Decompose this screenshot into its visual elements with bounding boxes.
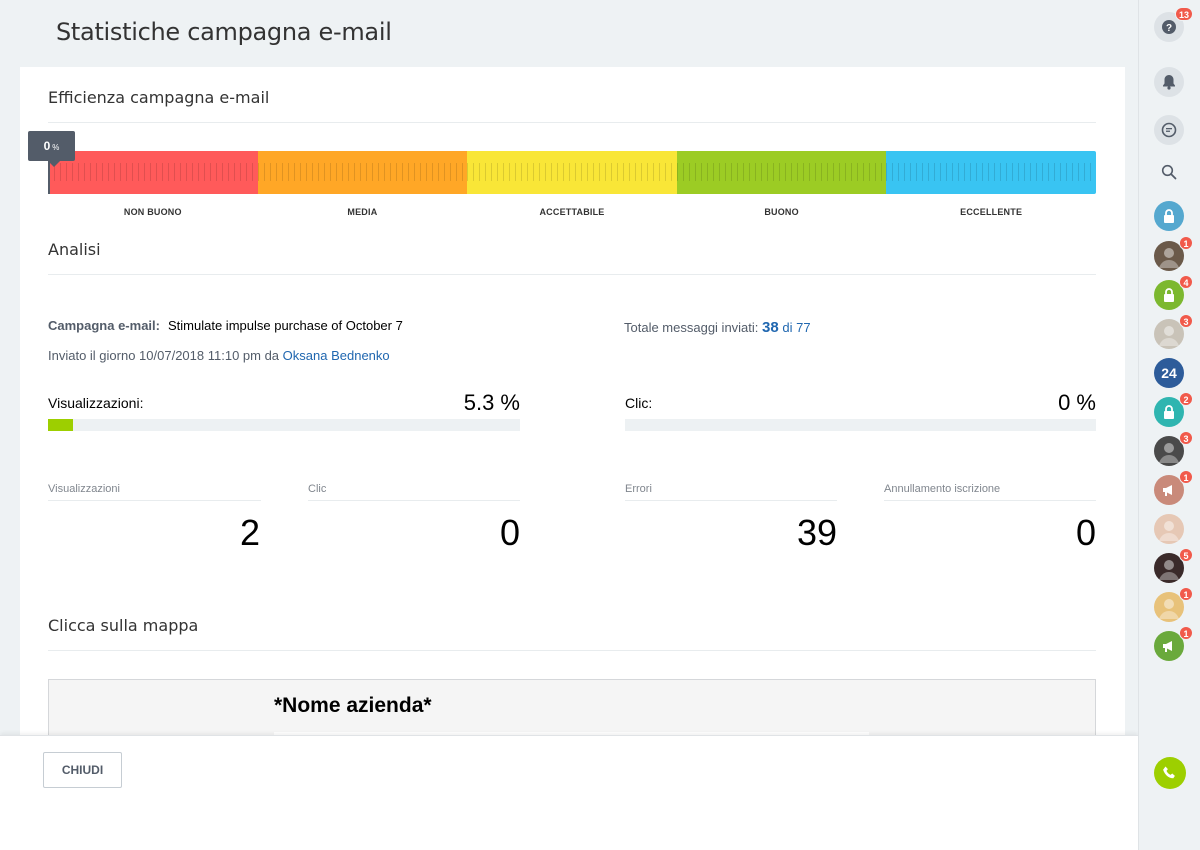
right-sidebar: ? 13 1 4 3 24 2 3 1 5 1 1: [1138, 0, 1200, 850]
chat-avatar[interactable]: 1: [1154, 626, 1193, 661]
efficiency-segment-label: MEDIA: [347, 207, 378, 217]
bell-icon: [1163, 75, 1175, 90]
efficiency-segment: [257, 151, 468, 194]
help-icon: ?: [1162, 20, 1176, 34]
total-sent-value: 38: [762, 319, 779, 336]
stat-divider: [48, 500, 261, 501]
views-rate-bar: [48, 419, 520, 431]
unread-badge: 5: [1179, 548, 1193, 562]
efficiency-segment-label: NON BUONO: [123, 207, 182, 217]
chat-icon: [1161, 122, 1177, 138]
unread-badge: 2: [1179, 392, 1193, 406]
efficiency-segment-label: ACCETTABILE: [539, 207, 605, 217]
efficiency-segment-label: BUONO: [764, 207, 799, 217]
efficiency-segment: [467, 151, 677, 194]
efficiency-value: 0: [43, 139, 51, 153]
search-icon: [1161, 164, 1177, 180]
clicks-rate-label: Clic:: [625, 395, 653, 411]
total-sent-label: Totale messaggi inviati:: [624, 320, 759, 335]
sent-author-link[interactable]: Oksana Bednenko: [283, 348, 390, 363]
chat-avatar[interactable]: 24: [1154, 358, 1184, 388]
map-section-title: Clicca sulla mappa: [48, 616, 199, 635]
stat-divider: [625, 500, 837, 501]
section-divider: [48, 274, 1096, 275]
unread-badge: 1: [1179, 470, 1193, 484]
lock-icon: [1162, 287, 1176, 303]
unread-badge: 1: [1179, 236, 1193, 250]
chat-avatar[interactable]: 2: [1154, 392, 1193, 427]
campaign-label: Campagna e-mail:: [48, 318, 160, 333]
svg-text:?: ?: [1166, 23, 1172, 34]
efficiency-value-badge: 0%: [28, 131, 75, 167]
total-sent: Totale messaggi inviati: 38 di 77: [624, 319, 811, 336]
unread-badge: 1: [1179, 626, 1193, 640]
chat-avatar[interactable]: 1: [1154, 587, 1193, 622]
chat-avatar[interactable]: [1154, 201, 1184, 231]
stat-label-views: Visualizzazioni: [48, 483, 120, 495]
views-rate-label: Visualizzazioni:: [48, 395, 144, 411]
efficiency-segment: [676, 151, 887, 194]
analysis-section-title: Analisi: [48, 240, 101, 259]
stat-value-errors: 39: [796, 512, 837, 553]
section-divider: [48, 650, 1096, 651]
help-badge: 13: [1174, 7, 1193, 21]
call-button[interactable]: [1154, 757, 1186, 789]
chat-button[interactable]: [1154, 115, 1184, 145]
stat-label-unsubscribe: Annullamento iscrizione: [884, 483, 1001, 495]
close-button[interactable]: CHIUDI: [43, 752, 122, 788]
chat-avatar[interactable]: 5: [1154, 548, 1193, 583]
efficiency-segment: [886, 151, 1096, 194]
stat-value-views: 2: [239, 512, 260, 553]
chat-avatar[interactable]: 3: [1154, 314, 1193, 349]
click-map[interactable]: *Nome azienda*: [48, 679, 1096, 735]
phone-icon: [1163, 766, 1175, 779]
campaign-name: Stimulate impulse purchase of October 7: [168, 318, 403, 333]
lock-icon: [1162, 404, 1176, 420]
efficiency-segment: [48, 151, 258, 194]
chat-avatar[interactable]: [1154, 514, 1184, 544]
sent-date-text: Inviato il giorno 10/07/2018 11:10 pm da: [48, 348, 280, 363]
stat-value-clicks: 0: [499, 512, 520, 553]
notifications-button[interactable]: [1154, 67, 1184, 97]
stat-divider: [884, 500, 1096, 501]
efficiency-unit: %: [52, 143, 60, 152]
avatar-photo: [1154, 514, 1184, 544]
chat-avatar[interactable]: 3: [1154, 431, 1193, 466]
sent-info: Inviato il giorno 10/07/2018 11:10 pm da…: [48, 348, 390, 363]
footer-bar: CHIUDI: [0, 735, 1138, 850]
help-button[interactable]: ? 13: [1154, 7, 1193, 42]
clicks-rate-bar: [625, 419, 1096, 431]
unread-badge: 4: [1179, 275, 1193, 289]
lock-icon: [1162, 208, 1176, 224]
chat-avatar[interactable]: 4: [1154, 275, 1193, 310]
unread-badge: 3: [1179, 314, 1193, 328]
unread-badge: 3: [1179, 431, 1193, 445]
search-button[interactable]: [1154, 157, 1184, 187]
page-header: Statistiche campagna e-mail: [0, 0, 1138, 66]
total-sent-of: di: [782, 320, 793, 335]
stat-label-clicks: Clic: [308, 483, 327, 495]
stat-value-unsubscribe: 0: [1075, 512, 1096, 553]
avatar-text: 24: [1161, 365, 1177, 381]
efficiency-section-title: Efficienza campagna e-mail: [48, 88, 270, 107]
efficiency-scale: [48, 151, 1096, 194]
total-sent-count: 77: [796, 320, 811, 335]
megaphone-icon: [1161, 639, 1177, 653]
stats-card: Efficienza campagna e-mail 0% NON BUONO M…: [20, 67, 1125, 735]
stat-label-errors: Errori: [625, 483, 652, 495]
chat-avatar[interactable]: 1: [1154, 236, 1193, 271]
chat-avatar[interactable]: 1: [1154, 470, 1193, 505]
views-rate-fill: [48, 419, 74, 431]
page-title: Statistiche campagna e-mail: [56, 18, 392, 46]
stat-divider: [308, 500, 520, 501]
map-company-name: *Nome azienda*: [274, 694, 432, 717]
megaphone-icon: [1161, 483, 1177, 497]
unread-badge: 1: [1179, 587, 1193, 601]
clicks-rate-value: 0 %: [1058, 390, 1096, 415]
views-rate-value: 5.3 %: [463, 390, 520, 415]
efficiency-segment-label: ECCELLENTE: [960, 207, 1023, 217]
efficiency-labels: NON BUONO MEDIA ACCETTABILE BUONO ECCELLENTE: [48, 207, 1096, 217]
section-divider: [48, 122, 1096, 123]
